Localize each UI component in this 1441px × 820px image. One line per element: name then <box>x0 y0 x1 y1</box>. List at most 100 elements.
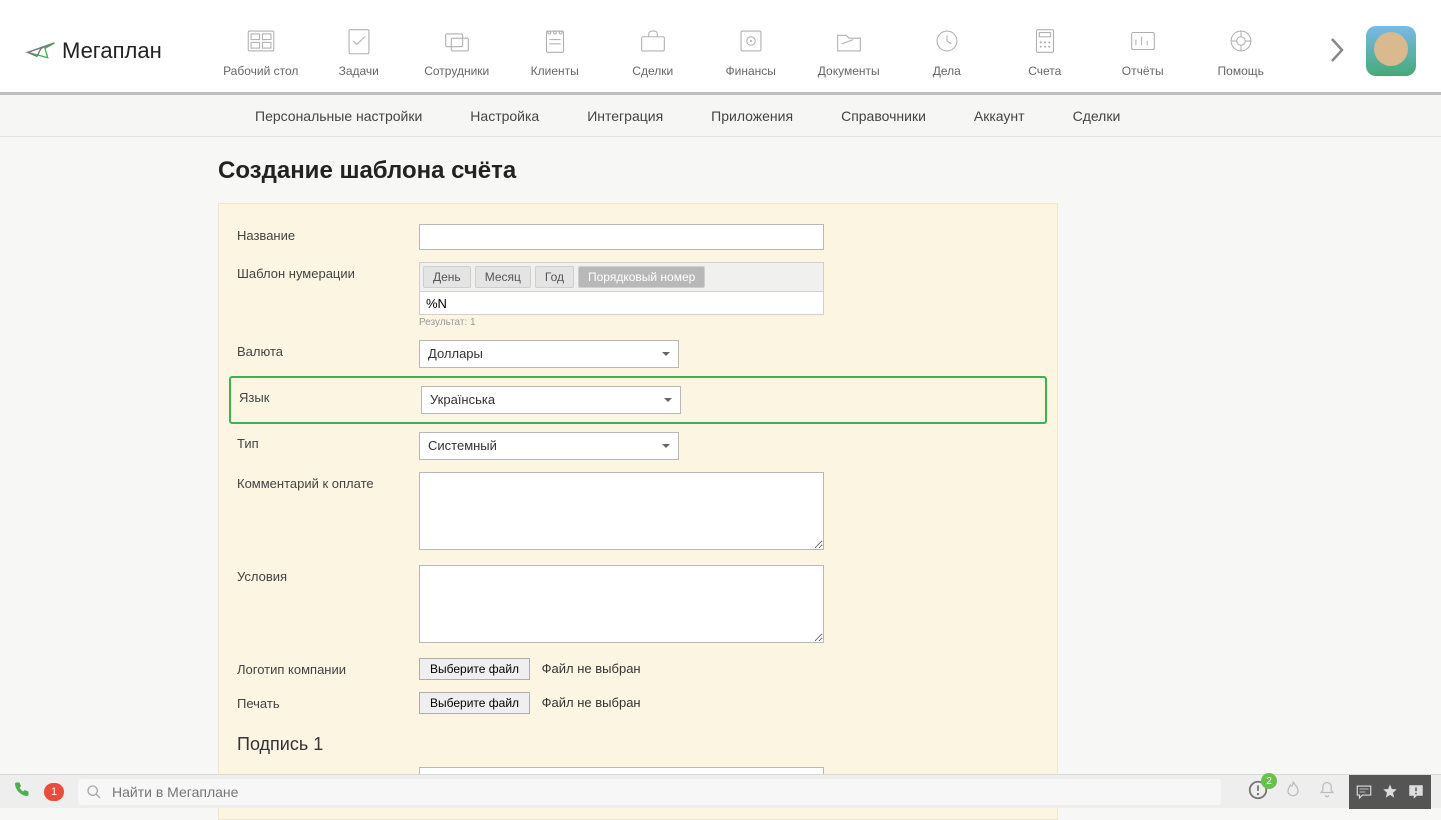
nav-label: Сделки <box>632 64 673 78</box>
label-currency: Валюта <box>219 340 419 359</box>
feedback-icon[interactable] <box>1401 775 1431 809</box>
nav-label: Задачи <box>339 64 379 78</box>
nav-documents[interactable]: Документы <box>810 24 888 78</box>
row-name: Название <box>219 218 1057 256</box>
top-nav: Рабочий стол Задачи Сотрудники Клиенты С… <box>222 24 1308 78</box>
input-name[interactable] <box>419 224 824 250</box>
select-value: Українська <box>430 392 495 407</box>
nav-label: Счета <box>1028 64 1061 78</box>
file-button-stamp[interactable]: Выберите файл <box>419 692 530 714</box>
phone-icon[interactable] <box>12 781 30 802</box>
nav-reports[interactable]: Отчёты <box>1104 24 1182 78</box>
file-state-stamp: Файл не выбран <box>542 695 641 710</box>
nav-finance[interactable]: Финансы <box>712 24 790 78</box>
row-numbering: Шаблон нумерации День Месяц Год Порядков… <box>219 256 1057 334</box>
select-type[interactable]: Системный <box>419 432 679 460</box>
label-conditions: Условия <box>219 565 419 584</box>
chip-day[interactable]: День <box>423 266 471 288</box>
nav-more[interactable] <box>1308 35 1366 68</box>
select-currency[interactable]: Доллары <box>419 340 679 368</box>
alerts-icon[interactable]: 2 <box>1247 779 1269 804</box>
subnav-deals[interactable]: Сделки <box>1073 108 1121 124</box>
row-pay-comment: Комментарий к оплате <box>219 466 1057 559</box>
label-pay-comment: Комментарий к оплате <box>219 472 419 491</box>
employees-icon <box>439 24 475 58</box>
nav-label: Финансы <box>726 64 776 78</box>
global-search[interactable] <box>78 779 1221 805</box>
nav-label: Рабочий стол <box>223 64 298 78</box>
chevron-right-icon <box>1328 35 1346 65</box>
top-bar: Мегаплан Рабочий стол Задачи Сотрудники … <box>0 0 1441 95</box>
row-stamp: Печать Выберите файл Файл не выбран <box>219 686 1057 720</box>
chart-icon <box>1125 24 1161 58</box>
label-type: Тип <box>219 432 419 451</box>
footer-bar: 1 2 <box>0 774 1441 808</box>
label-language: Язык <box>231 386 421 405</box>
logo-text: Мегаплан <box>62 38 162 64</box>
nav-label: Помощь <box>1218 64 1264 78</box>
chip-year[interactable]: Год <box>535 266 574 288</box>
subnav-integration[interactable]: Интеграция <box>587 108 663 124</box>
folder-icon <box>831 24 867 58</box>
chip-seq[interactable]: Порядковый номер <box>578 266 705 288</box>
nav-affairs[interactable]: Дела <box>908 24 986 78</box>
clients-icon <box>537 24 573 58</box>
subnav-account[interactable]: Аккаунт <box>974 108 1025 124</box>
subnav-directories[interactable]: Справочники <box>841 108 926 124</box>
dashboard-icon <box>243 24 279 58</box>
nav-label: Сотрудники <box>424 64 489 78</box>
sub-nav: Персональные настройки Настройка Интегра… <box>0 95 1441 137</box>
row-currency: Валюта Доллары <box>219 334 1057 374</box>
nav-label: Отчёты <box>1122 64 1164 78</box>
search-icon <box>86 784 102 800</box>
section-signature: Подпись 1 <box>219 720 1057 761</box>
logo[interactable]: Мегаплан <box>25 35 162 67</box>
chip-month[interactable]: Месяц <box>475 266 531 288</box>
textarea-pay-comment[interactable] <box>419 472 824 550</box>
subnav-apps[interactable]: Приложения <box>711 108 793 124</box>
numbering-chips: День Месяц Год Порядковый номер <box>419 262 824 291</box>
nav-invoices[interactable]: Счета <box>1006 24 1084 78</box>
label-logo: Логотип компании <box>219 658 419 677</box>
fire-icon[interactable] <box>1283 780 1303 803</box>
briefcase-icon <box>635 24 671 58</box>
input-numbering[interactable] <box>419 291 824 315</box>
label-stamp: Печать <box>219 692 419 711</box>
phone-badge[interactable]: 1 <box>44 783 64 801</box>
nav-tasks[interactable]: Задачи <box>320 24 398 78</box>
page: Создание шаблона счёта Название Шаблон н… <box>0 137 1441 820</box>
bell-icon[interactable] <box>1317 780 1337 803</box>
label-numbering: Шаблон нумерации <box>219 262 419 281</box>
select-value: Системный <box>428 438 497 453</box>
row-logo: Логотип компании Выберите файл Файл не в… <box>219 652 1057 686</box>
safe-icon <box>733 24 769 58</box>
calculator-icon <box>1027 24 1063 58</box>
clock-icon <box>929 24 965 58</box>
nav-label: Документы <box>818 64 880 78</box>
select-value: Доллары <box>428 346 483 361</box>
search-input[interactable] <box>112 784 1213 800</box>
row-type: Тип Системный <box>219 426 1057 466</box>
file-button-logo[interactable]: Выберите файл <box>419 658 530 680</box>
logo-icon <box>25 35 57 67</box>
alerts-badge: 2 <box>1261 773 1277 789</box>
nav-desktop[interactable]: Рабочий стол <box>222 24 300 78</box>
textarea-conditions[interactable] <box>419 565 824 643</box>
nav-deals[interactable]: Сделки <box>614 24 692 78</box>
numbering-result: Результат: 1 <box>419 317 1039 328</box>
page-title: Создание шаблона счёта <box>218 157 1441 185</box>
file-state-logo: Файл не выбран <box>542 661 641 676</box>
nav-clients[interactable]: Клиенты <box>516 24 594 78</box>
user-avatar[interactable] <box>1366 26 1416 76</box>
nav-label: Клиенты <box>531 64 579 78</box>
lifebuoy-icon <box>1223 24 1259 58</box>
select-language[interactable]: Українська <box>421 386 681 414</box>
nav-employees[interactable]: Сотрудники <box>418 24 496 78</box>
row-language-highlight: Язык Українська <box>229 376 1047 424</box>
nav-help[interactable]: Помощь <box>1202 24 1280 78</box>
row-conditions: Условия <box>219 559 1057 652</box>
subnav-personal[interactable]: Персональные настройки <box>255 108 422 124</box>
label-name: Название <box>219 224 419 243</box>
nav-label: Дела <box>933 64 961 78</box>
subnav-settings[interactable]: Настройка <box>470 108 539 124</box>
